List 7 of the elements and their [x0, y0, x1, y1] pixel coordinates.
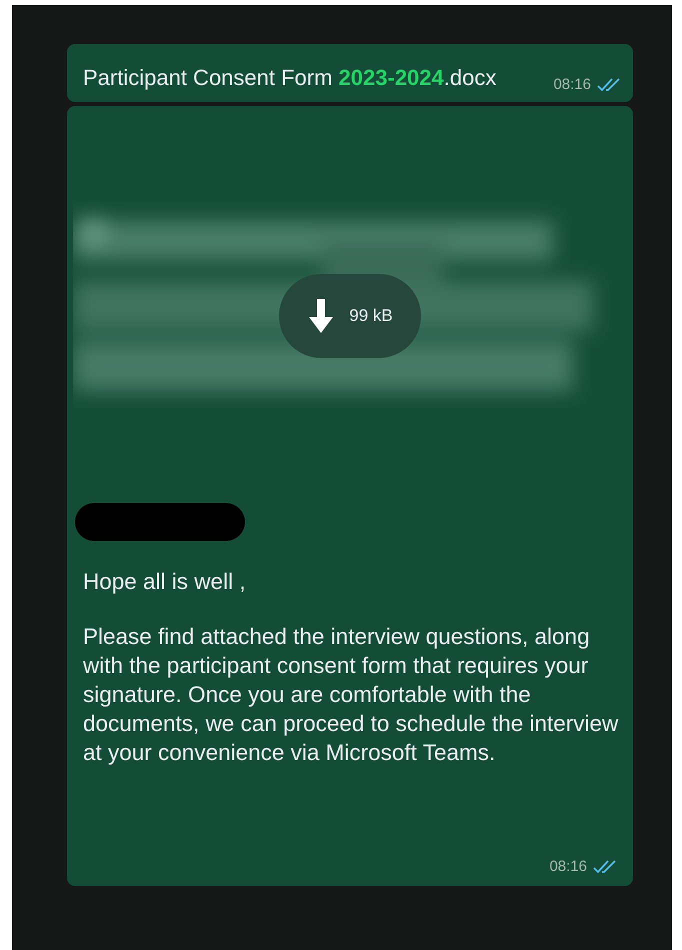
file-name: Participant Consent Form 2023-2024.docx [83, 64, 496, 92]
download-button[interactable]: 99 kB [279, 274, 421, 358]
message-time: 08:16 [549, 856, 587, 876]
message-time: 08:16 [553, 74, 591, 94]
download-icon [307, 299, 336, 333]
message-text: Hope all is well , [83, 568, 247, 596]
message-text: Please find attached the interview questions, along with the participant consent form that requires your signature. Once you are comfortable with the documents, we can proceed to schedule the interview at your convenience via Microsoft Teams. [83, 623, 620, 767]
